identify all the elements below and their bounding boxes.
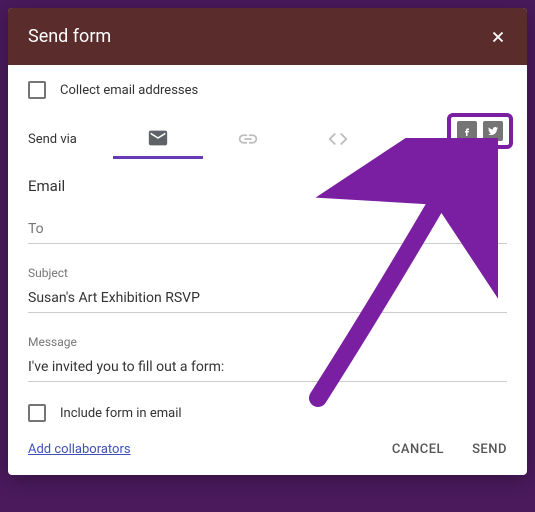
dialog-footer: Add collaborators CANCEL SEND — [28, 442, 507, 457]
dialog-content: Collect email addresses Send via — [8, 65, 527, 475]
send-button[interactable]: SEND — [472, 442, 507, 457]
collect-emails-checkbox[interactable] — [28, 81, 46, 99]
send-via-row: Send via — [28, 119, 507, 159]
message-input[interactable] — [28, 355, 507, 382]
subject-input[interactable] — [28, 286, 507, 313]
footer-buttons: CANCEL SEND — [392, 442, 507, 457]
tab-link[interactable] — [203, 119, 293, 159]
include-form-row: Include form in email — [28, 404, 507, 422]
add-collaborators-link[interactable]: Add collaborators — [28, 442, 131, 457]
twitter-share-button[interactable] — [483, 121, 503, 141]
collect-emails-row: Collect email addresses — [28, 81, 507, 99]
code-icon — [327, 128, 349, 150]
dialog-header: Send form — [8, 8, 527, 65]
to-field — [28, 217, 507, 244]
envelope-icon — [147, 127, 169, 149]
facebook-icon — [461, 125, 473, 137]
include-form-checkbox[interactable] — [28, 404, 46, 422]
link-icon — [237, 128, 259, 150]
tab-email[interactable] — [113, 119, 203, 159]
message-label: Message — [28, 335, 507, 349]
close-icon — [489, 28, 507, 46]
subject-label: Subject — [28, 266, 507, 280]
tab-embed[interactable] — [293, 119, 383, 159]
twitter-icon — [487, 125, 499, 137]
send-via-label: Send via — [28, 132, 113, 147]
include-form-label: Include form in email — [60, 406, 182, 421]
collect-emails-label: Collect email addresses — [60, 83, 198, 98]
subject-field: Subject — [28, 266, 507, 313]
message-field: Message — [28, 335, 507, 382]
close-button[interactable] — [489, 28, 507, 46]
social-share-highlight — [447, 113, 513, 149]
facebook-share-button[interactable] — [457, 121, 477, 141]
cancel-button[interactable]: CANCEL — [392, 442, 444, 457]
to-input[interactable] — [28, 217, 507, 244]
dialog-title: Send form — [28, 26, 111, 47]
email-section-title: Email — [28, 177, 507, 195]
send-form-dialog: Send form Collect email addresses Send v… — [8, 8, 527, 475]
